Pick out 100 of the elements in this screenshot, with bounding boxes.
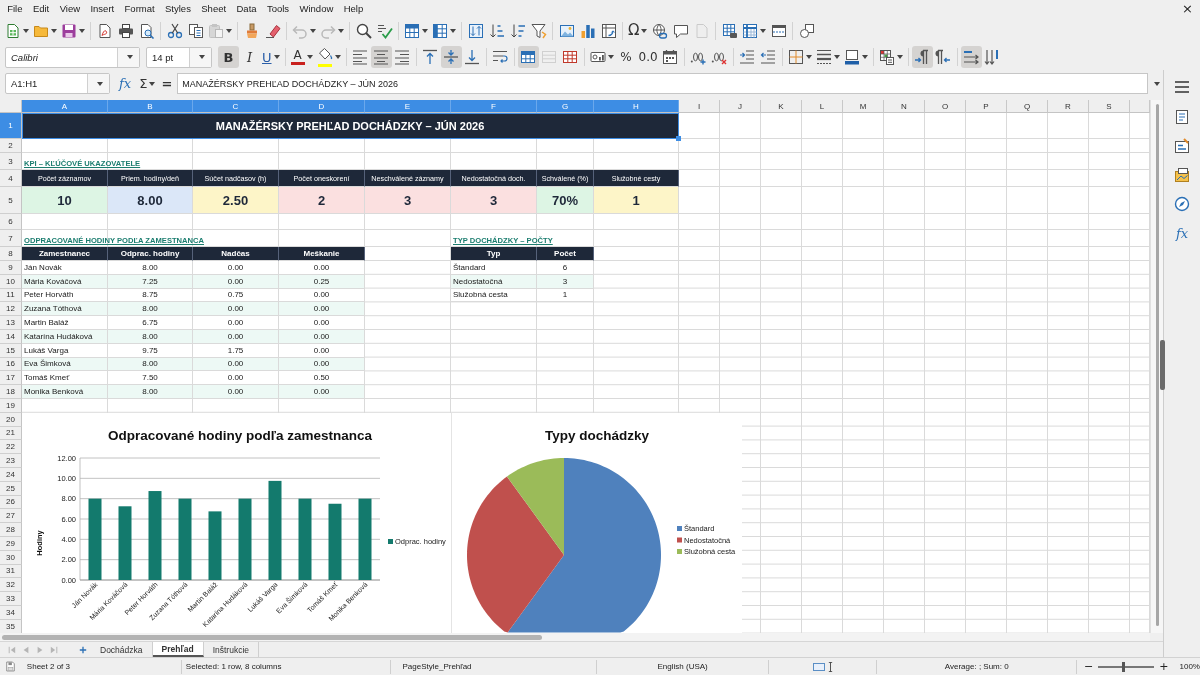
- column-header[interactable]: N: [884, 100, 925, 113]
- row-header[interactable]: 4: [0, 170, 22, 187]
- horizontal-scrollbar[interactable]: [0, 633, 1150, 641]
- line-style-icon: [815, 49, 832, 65]
- row-header[interactable]: 32: [0, 578, 22, 593]
- font-color-button[interactable]: A: [288, 46, 315, 68]
- row-header[interactable]: 22: [0, 440, 22, 455]
- formula-input-field[interactable]: MANAŽÉRSKY PREHĽAD DOCHÁDZKY – JÚN 2026: [177, 73, 1148, 94]
- row-header[interactable]: 17: [0, 371, 22, 386]
- column-header[interactable]: R: [1048, 100, 1089, 113]
- caret-icon: [226, 28, 232, 33]
- row-header[interactable]: 7: [0, 230, 22, 247]
- column-header[interactable]: Q: [1007, 100, 1048, 113]
- table-cell: Tomáš Kmeť: [22, 371, 108, 386]
- merge-center-button[interactable]: [517, 46, 539, 68]
- horizontal-text-button[interactable]: [960, 46, 982, 68]
- special-character-button[interactable]: Ω: [626, 19, 650, 42]
- column-header[interactable]: O: [925, 100, 966, 113]
- row-header[interactable]: 2: [0, 139, 22, 153]
- row-header[interactable]: 18: [0, 385, 22, 399]
- vertical-scrollbar[interactable]: [1150, 100, 1163, 633]
- standard-format-button[interactable]: 0.0: [636, 46, 660, 68]
- row-header[interactable]: 3: [0, 153, 22, 170]
- bold-button[interactable]: B: [218, 46, 239, 68]
- align-middle-button[interactable]: [440, 46, 462, 68]
- column-header[interactable]: L: [802, 100, 843, 113]
- menu-item[interactable]: Help: [338, 2, 369, 15]
- formula-button[interactable]: =: [159, 73, 175, 94]
- row-header[interactable]: 8: [0, 247, 22, 261]
- row-header[interactable]: 27: [0, 509, 22, 524]
- underline-button[interactable]: U: [260, 46, 282, 68]
- menu-item[interactable]: Tools: [261, 2, 295, 15]
- column-header[interactable]: I: [679, 100, 720, 113]
- borders-icon: [787, 49, 804, 65]
- menu-item[interactable]: Format: [119, 2, 160, 15]
- sheet-tab[interactable]: Dochádzka: [91, 642, 153, 657]
- column-header[interactable]: K: [761, 100, 802, 113]
- scrollbar-thumb[interactable]: [1155, 104, 1159, 626]
- menu-item[interactable]: Window: [294, 2, 339, 15]
- name-box-field[interactable]: A1:H1: [5, 73, 110, 94]
- document-magnifier-icon: [138, 22, 155, 39]
- caret-icon: [450, 28, 456, 33]
- sum-button[interactable]: Σ: [137, 73, 158, 94]
- calendar-icon: [662, 49, 679, 65]
- close-button[interactable]: ×: [1179, 1, 1196, 16]
- scrollbar-thumb[interactable]: [2, 634, 542, 640]
- row-header[interactable]: 33: [0, 592, 22, 606]
- row-header[interactable]: 9: [0, 261, 22, 275]
- font-name-field[interactable]: Calibri: [5, 46, 140, 68]
- speech-bubble-icon: [672, 22, 689, 39]
- font-size-field[interactable]: 14 pt: [146, 46, 212, 68]
- align-center-button[interactable]: [370, 46, 392, 68]
- caret-icon: [760, 28, 767, 33]
- bar: [208, 511, 222, 580]
- align-right-icon: [394, 49, 410, 65]
- caret-icon: [338, 28, 344, 33]
- menu-item[interactable]: Edit: [27, 2, 55, 15]
- menu-item[interactable]: Sheet: [196, 2, 232, 15]
- zoom-out-button[interactable]: −: [1081, 660, 1097, 673]
- caret-icon: [310, 28, 316, 33]
- caret-icon: [23, 28, 29, 33]
- row-header[interactable]: 23: [0, 454, 22, 468]
- row-header[interactable]: 28: [0, 523, 22, 537]
- column-header[interactable]: J: [720, 100, 761, 113]
- zoom-in-button[interactable]: +: [1156, 660, 1172, 673]
- menu-item[interactable]: File: [2, 2, 28, 15]
- status-text: English (USA): [657, 662, 708, 671]
- header-cell: Nadčas: [193, 247, 279, 261]
- sheet-tab[interactable]: Inštrukcie: [203, 642, 259, 657]
- left-to-right-button[interactable]: [911, 46, 933, 68]
- menu-item[interactable]: View: [54, 2, 86, 15]
- gallery-icon: [1174, 167, 1190, 183]
- row-header[interactable]: 13: [0, 316, 22, 330]
- kpi-value: 3: [365, 187, 451, 214]
- percent-button[interactable]: %: [615, 46, 637, 68]
- column-header[interactable]: S: [1089, 100, 1130, 113]
- row-header[interactable]: 5: [0, 187, 22, 214]
- skip-start-icon: [8, 645, 16, 654]
- column-header[interactable]: M: [843, 100, 884, 113]
- search-icon: [355, 22, 372, 39]
- menu-item[interactable]: Insert: [85, 2, 120, 15]
- selection-handle-icon[interactable]: [676, 136, 681, 141]
- header-cell: Typ: [451, 247, 537, 261]
- header-cell: Odprac. hodiny: [108, 247, 193, 261]
- spreadsheet-icon: [5, 22, 21, 39]
- table-cell: 8.00: [108, 385, 193, 399]
- slider-thumb[interactable]: [1122, 661, 1126, 672]
- column-header[interactable]: P: [966, 100, 1007, 113]
- caret-icon: [896, 55, 903, 59]
- italic-button[interactable]: I: [239, 46, 260, 68]
- row-header[interactable]: 6: [0, 214, 22, 230]
- sheet-tab[interactable]: Prehľad: [152, 642, 204, 657]
- function-wizard-button[interactable]: fx: [117, 73, 134, 94]
- functions-button[interactable]: fx: [1170, 222, 1194, 244]
- menu-item[interactable]: Data: [231, 2, 262, 15]
- align-middle-icon: [443, 49, 459, 65]
- sidebar-handle[interactable]: [1160, 340, 1165, 390]
- menu-item[interactable]: Styles: [159, 2, 197, 15]
- paragraph-ltr-icon: [914, 49, 931, 65]
- row-header[interactable]: 12: [0, 302, 22, 317]
